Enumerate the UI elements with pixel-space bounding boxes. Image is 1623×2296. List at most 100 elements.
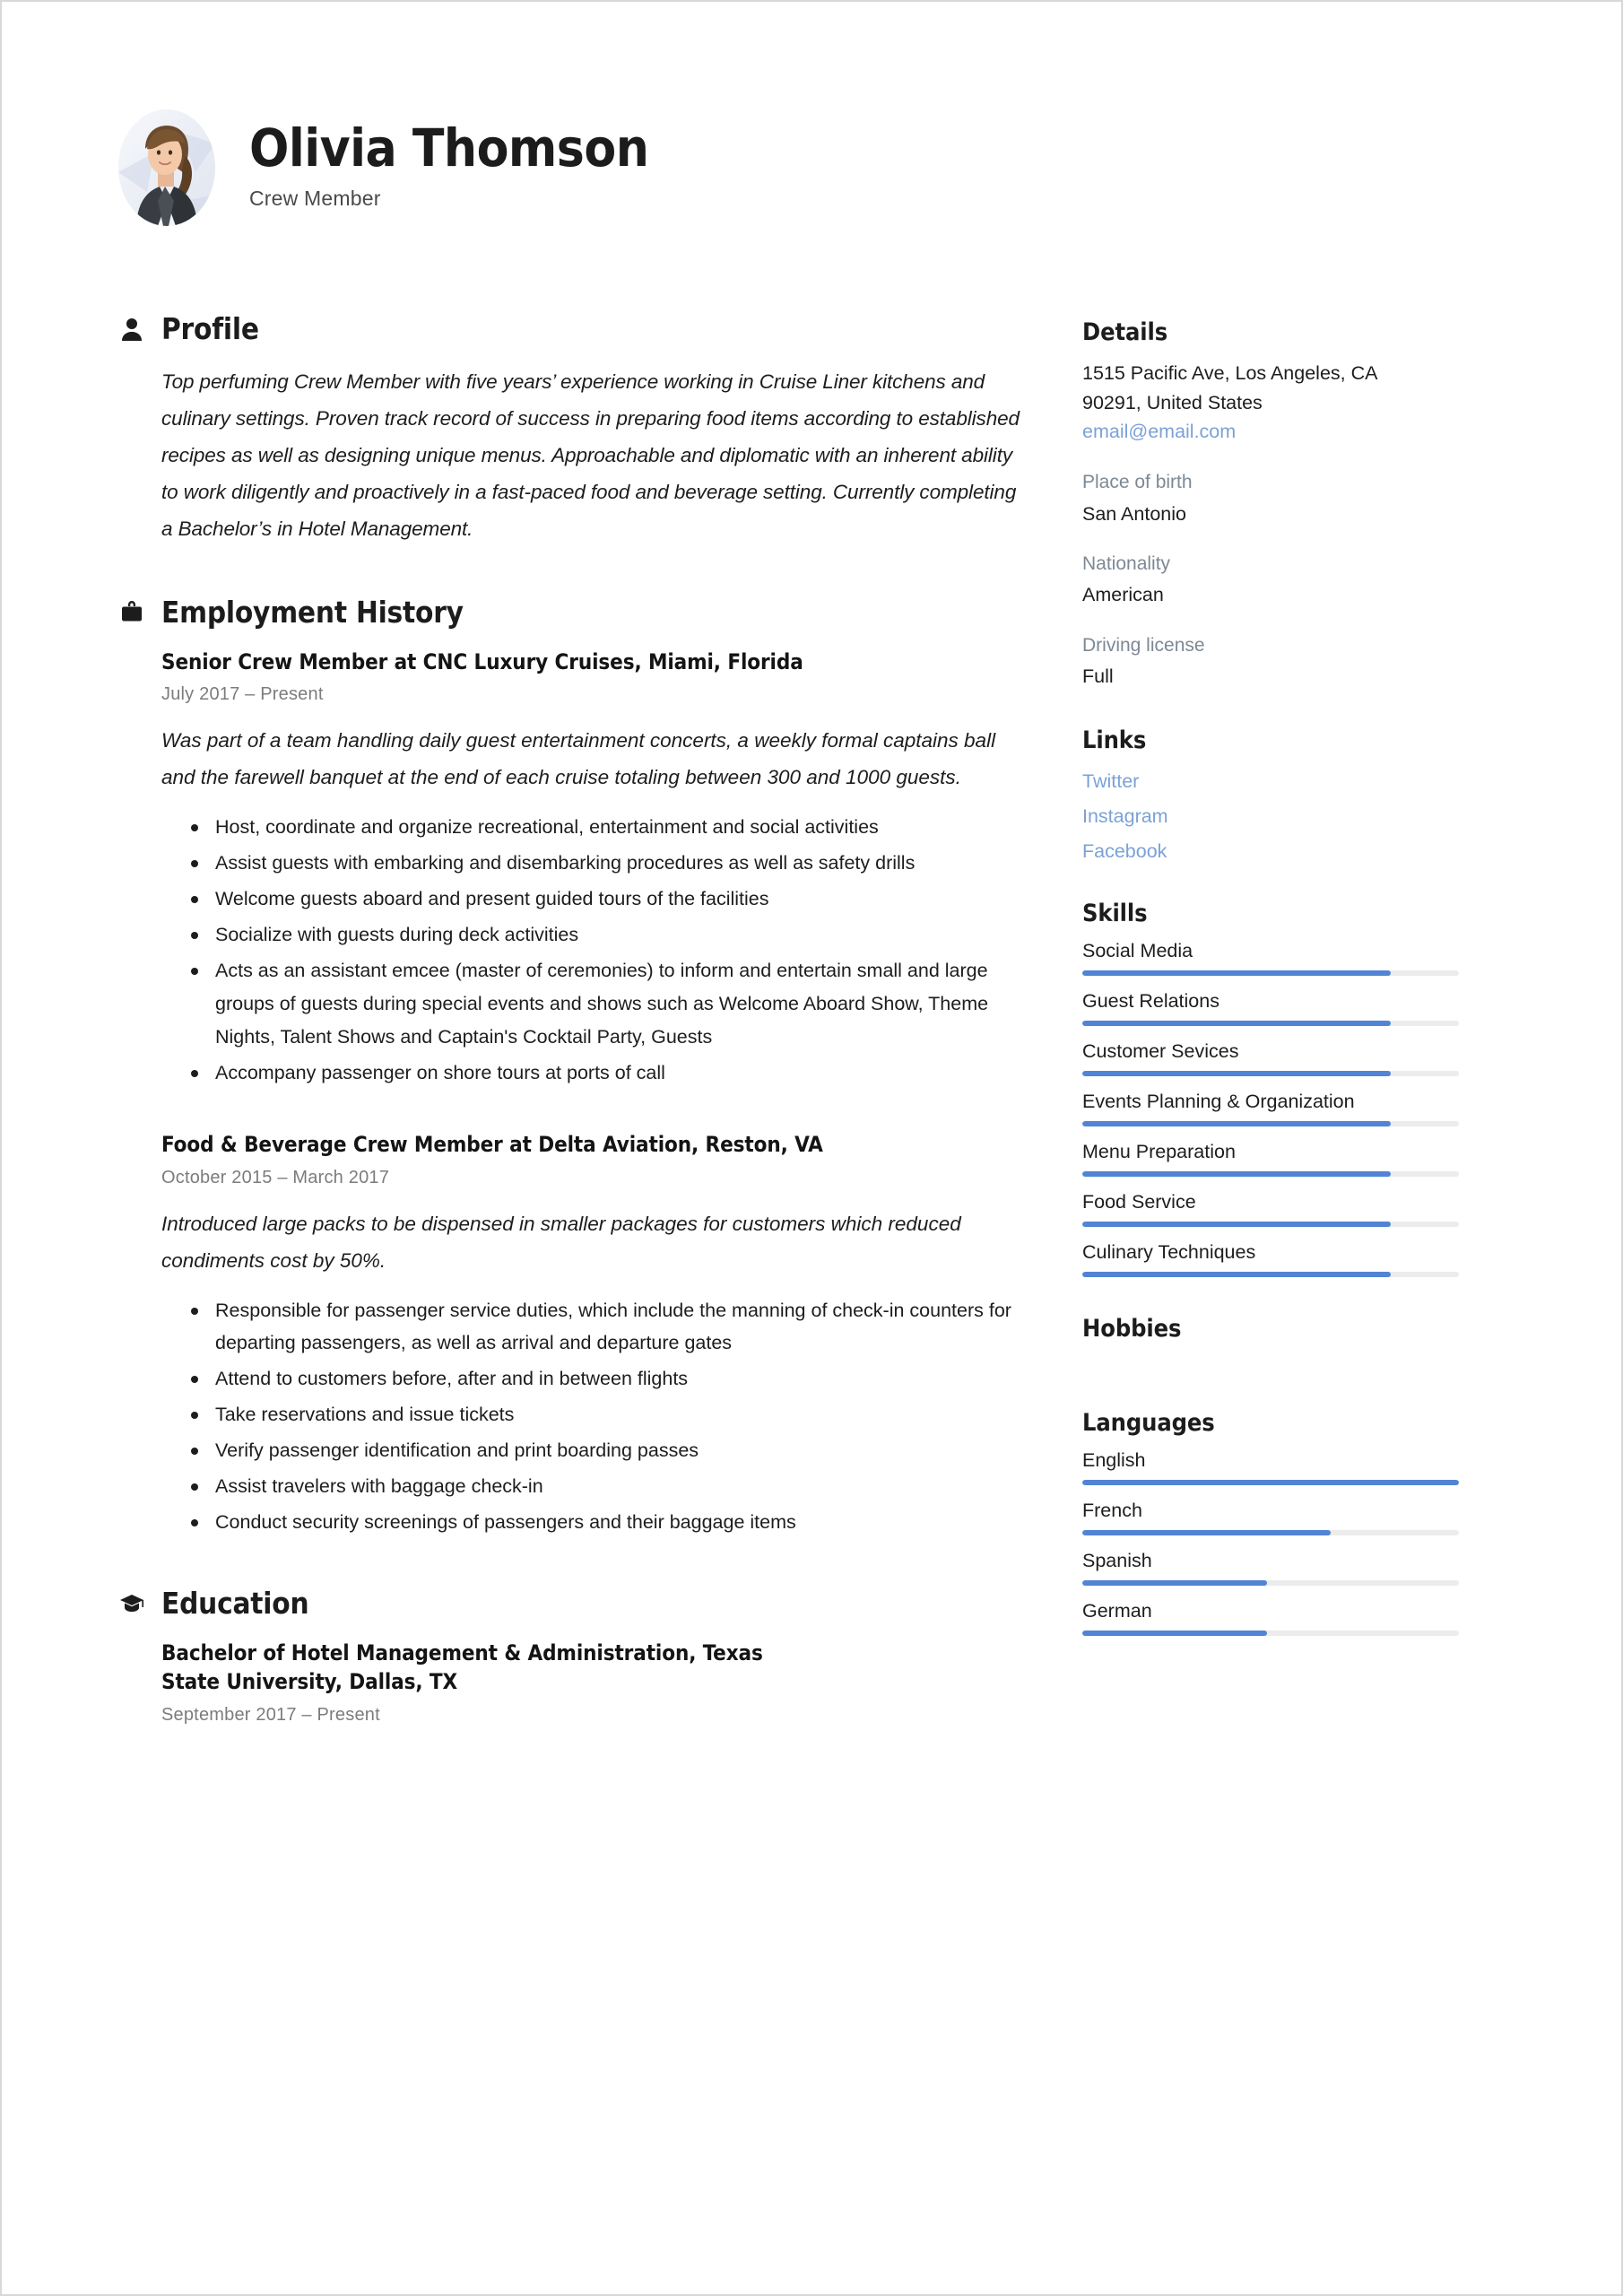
skill-fill (1082, 1222, 1392, 1228)
education-heading-row: Education (118, 1586, 1028, 1621)
employment-entry-bullets: Host, coordinate and organize recreation… (161, 811, 1028, 1090)
sidebar-hobbies: Hobbies (1082, 1315, 1459, 1382)
skill-track (1082, 1021, 1459, 1027)
links-list: Twitter Instagram Facebook (1082, 767, 1459, 865)
avatar (118, 109, 215, 226)
main-column: Profile Top perfuming Crew Member with f… (118, 311, 1028, 1760)
hobbies-heading: Hobbies (1082, 1315, 1182, 1344)
sidebar-skills: Skills Social Media Guest Relations Cust… (1082, 900, 1459, 1278)
education-heading: Education (161, 1586, 309, 1622)
hobbies-text (1082, 1355, 1459, 1382)
employment-entry: Food & Beverage Crew Member at Delta Avi… (161, 1130, 1028, 1539)
skill-label: Food Service (1082, 1191, 1196, 1213)
sidebar-details: Details 1515 Pacific Ave, Los Angeles, C… (1082, 318, 1459, 691)
skill-fill (1082, 1121, 1392, 1127)
list-item: Conduct security screenings of passenger… (188, 1506, 1028, 1539)
skills-heading: Skills (1082, 900, 1148, 928)
skill-row: Events Planning & Organization (1082, 1091, 1459, 1127)
skill-row: Customer Sevices (1082, 1040, 1459, 1077)
language-fill (1082, 1530, 1332, 1536)
list-item: Attend to customers before, after and in… (188, 1362, 1028, 1396)
list-item: Welcome guests aboard and present guided… (188, 883, 1028, 916)
language-row: German (1082, 1600, 1459, 1637)
employment-entry-date: October 2015 – March 2017 (161, 1167, 390, 1187)
section-employment: Employment History Senior Crew Member at… (118, 595, 1028, 1540)
address-line-1: 1515 Pacific Ave, Los Angeles, CA (1082, 362, 1378, 384)
skill-label: Guest Relations (1082, 990, 1219, 1013)
sidebar-links: Links Twitter Instagram Facebook (1082, 726, 1459, 865)
list-item: Accompany passenger on shore tours at po… (188, 1057, 1028, 1090)
skill-row: Guest Relations (1082, 990, 1459, 1027)
section-profile: Profile Top perfuming Crew Member with f… (118, 311, 1028, 548)
skill-label: Social Media (1082, 940, 1193, 962)
address-line-2: 90291, United States (1082, 391, 1263, 413)
education-body: Bachelor of Hotel Management & Administr… (118, 1639, 1028, 1725)
employment-entry: Senior Crew Member at CNC Luxury Cruises… (161, 648, 1028, 1090)
list-item: Socialize with guests during deck activi… (188, 918, 1028, 952)
profile-heading: Profile (161, 311, 259, 346)
detail-place-of-birth: Place of birth San Antonio (1082, 468, 1459, 528)
detail-label: Nationality (1082, 552, 1171, 574)
detail-value: Full (1082, 665, 1114, 688)
language-track (1082, 1530, 1459, 1536)
language-track (1082, 1631, 1459, 1637)
resume-columns: Profile Top perfuming Crew Member with f… (118, 311, 1513, 1760)
details-heading: Details (1082, 318, 1168, 346)
link-twitter[interactable]: Twitter (1082, 767, 1459, 796)
person-icon (118, 315, 145, 344)
profile-heading-row: Profile (118, 311, 1028, 346)
links-heading: Links (1082, 726, 1147, 755)
list-item: Responsible for passenger service duties… (188, 1294, 1028, 1361)
language-label: French (1082, 1500, 1142, 1522)
skill-label: Culinary Techniques (1082, 1241, 1256, 1264)
detail-label: Place of birth (1082, 472, 1193, 493)
skill-label: Menu Preparation (1082, 1141, 1236, 1163)
employment-heading: Employment History (161, 594, 464, 630)
page-title: Olivia Thomson (249, 117, 649, 179)
language-label: English (1082, 1449, 1146, 1472)
resume-page: Olivia Thomson Crew Member Profile Top p… (0, 0, 1623, 2296)
profile-body: Top perfuming Crew Member with five year… (118, 364, 1028, 548)
list-item: Verify passenger identification and prin… (188, 1434, 1028, 1467)
list-item: Assist travelers with baggage check-in (188, 1470, 1028, 1503)
employment-entry-title: Senior Crew Member at CNC Luxury Cruises… (161, 648, 803, 674)
list-item: Acts as an assistant emcee (master of ce… (188, 954, 1028, 1054)
link-instagram[interactable]: Instagram (1082, 802, 1459, 831)
detail-value: American (1082, 584, 1164, 606)
email-link[interactable]: email@email.com (1082, 417, 1459, 447)
skill-label: Events Planning & Organization (1082, 1091, 1355, 1113)
language-fill (1082, 1480, 1459, 1486)
detail-nationality: Nationality American (1082, 550, 1459, 610)
skill-fill (1082, 1021, 1392, 1027)
link-facebook[interactable]: Facebook (1082, 837, 1459, 866)
resume-header: Olivia Thomson Crew Member (118, 109, 1513, 226)
language-track (1082, 1480, 1459, 1486)
education-entry: Bachelor of Hotel Management & Administr… (161, 1639, 1028, 1725)
skill-track (1082, 1171, 1459, 1178)
language-row: Spanish (1082, 1550, 1459, 1587)
language-row: English (1082, 1449, 1459, 1486)
graduation-cap-icon (118, 1589, 145, 1618)
skill-fill (1082, 1071, 1392, 1077)
employment-entry-date: July 2017 – Present (161, 683, 324, 704)
employment-body: Senior Crew Member at CNC Luxury Cruises… (118, 648, 1028, 1540)
skill-fill (1082, 1171, 1392, 1178)
skill-row: Social Media (1082, 940, 1459, 977)
detail-label: Driving license (1082, 634, 1205, 656)
employment-entry-description: Was part of a team handling daily guest … (161, 728, 996, 788)
skill-track (1082, 1272, 1459, 1278)
briefcase-icon (118, 597, 145, 626)
language-track (1082, 1580, 1459, 1587)
skill-row: Culinary Techniques (1082, 1241, 1459, 1278)
skill-fill (1082, 970, 1392, 977)
job-title: Crew Member (249, 186, 381, 210)
detail-driving-license: Driving license Full (1082, 631, 1459, 691)
skill-track (1082, 1121, 1459, 1127)
language-fill (1082, 1580, 1267, 1587)
skill-track (1082, 970, 1459, 977)
detail-value: San Antonio (1082, 502, 1186, 525)
skill-label: Customer Sevices (1082, 1040, 1239, 1063)
skill-row: Food Service (1082, 1191, 1459, 1228)
section-education: Education Bachelor of Hotel Management &… (118, 1586, 1028, 1725)
sidebar: Details 1515 Pacific Ave, Los Angeles, C… (1082, 311, 1459, 1663)
